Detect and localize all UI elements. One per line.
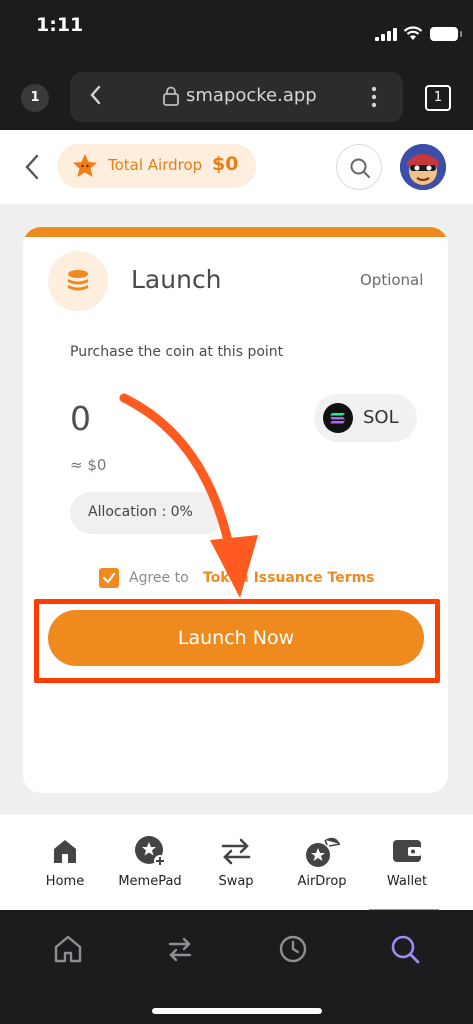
home-indicator	[152, 1008, 322, 1014]
nav-airdrop-label: AirDrop	[297, 874, 347, 889]
check-icon	[102, 572, 116, 584]
card-accent-bar	[23, 227, 448, 237]
more-icon[interactable]	[370, 86, 378, 108]
status-time: 1:11	[36, 14, 84, 36]
approx-value: ≈ $0	[70, 456, 107, 474]
swap-icon	[221, 838, 251, 865]
browser-toolbar	[0, 910, 473, 1024]
search-icon	[350, 158, 370, 178]
url-text[interactable]: smapocke.app	[186, 85, 317, 106]
wallet-icon	[393, 840, 421, 862]
terms-link[interactable]: Token Issuance Terms	[203, 570, 375, 586]
annotation-highlight-box	[34, 599, 440, 683]
tab-group-button[interactable]: 1	[21, 84, 49, 112]
coin-badge	[48, 251, 108, 311]
status-bar: 1:11	[0, 0, 473, 58]
airdrop-icon	[306, 837, 341, 867]
solana-icon	[323, 403, 353, 433]
card-title: Launch	[131, 265, 222, 294]
back-chevron-icon[interactable]	[20, 152, 46, 182]
bottom-nav: Home MemePad Swap AirDrop Wallet	[0, 813, 473, 910]
allocation-chip[interactable]: Allocation : 0%	[70, 492, 225, 534]
nav-wallet-label: Wallet	[386, 874, 428, 889]
coin-stack-icon	[68, 270, 88, 291]
nav-swap-label: Swap	[218, 874, 254, 889]
nav-memepad[interactable]: MemePad	[110, 832, 190, 889]
agree-checkbox[interactable]	[99, 568, 119, 588]
search-button[interactable]	[336, 144, 382, 190]
airdrop-amount: $0	[212, 153, 239, 175]
home-icon	[54, 840, 76, 863]
battery-icon	[430, 27, 462, 41]
nav-wallet[interactable]: Wallet	[367, 832, 447, 889]
app-content: Total Airdrop $0 Launch Optional Purchas…	[0, 130, 473, 813]
sync-icon[interactable]	[163, 932, 197, 966]
back-icon[interactable]	[84, 83, 108, 107]
optional-label: Optional	[360, 271, 424, 289]
total-airdrop-pill[interactable]: Total Airdrop $0	[57, 144, 256, 188]
signal-icon	[375, 28, 397, 41]
avatar[interactable]	[400, 144, 446, 190]
allocation-label: Allocation : 0%	[88, 504, 193, 520]
memepad-icon	[135, 836, 166, 867]
tabs-button[interactable]: 1	[425, 85, 451, 111]
lock-icon	[163, 86, 179, 106]
browser-address-bar: 1 smapocke.app 1	[0, 58, 473, 130]
wifi-icon	[403, 26, 423, 40]
nav-home-label: Home	[45, 874, 85, 889]
currency-label: SOL	[363, 407, 399, 428]
purchase-description: Purchase the coin at this point	[70, 344, 284, 360]
star-icon	[73, 154, 97, 177]
agree-text: Agree to	[129, 570, 189, 586]
amount-input[interactable]: 0	[70, 399, 91, 438]
airdrop-label: Total Airdrop	[108, 156, 203, 174]
home-outline-icon[interactable]	[51, 932, 85, 966]
nav-airdrop[interactable]: AirDrop	[282, 832, 362, 889]
currency-selector[interactable]: SOL	[314, 394, 417, 442]
nav-memepad-label: MemePad	[118, 874, 182, 889]
history-icon[interactable]	[276, 932, 310, 966]
avatar-image	[400, 144, 446, 190]
nav-home[interactable]: Home	[25, 832, 105, 889]
url-bar[interactable]: smapocke.app	[70, 72, 403, 122]
launch-card: Launch Optional Purchase the coin at thi…	[23, 227, 448, 793]
search-icon[interactable]	[388, 932, 422, 966]
nav-swap[interactable]: Swap	[196, 832, 276, 889]
app-header: Total Airdrop $0	[0, 130, 473, 204]
